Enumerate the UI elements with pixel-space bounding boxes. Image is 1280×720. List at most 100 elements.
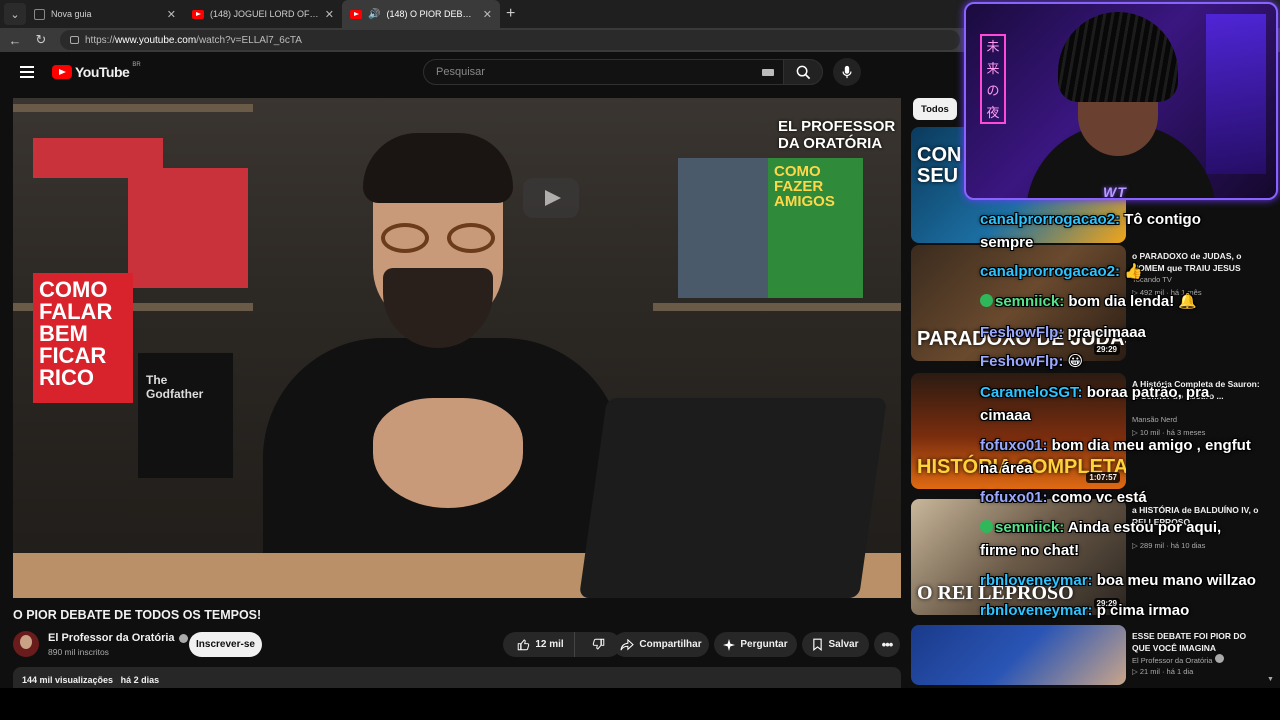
like-button[interactable]: 12 mil [507,632,575,657]
recommendation-item[interactable]: ESSE DEBATE FOI PIOR DO QUE VOCÊ IMAGINA… [911,625,1271,685]
close-tab-icon[interactable]: ✕ [325,8,334,21]
duration-badge: 29:29 [1093,344,1120,355]
channel-name[interactable]: El Professor da Oratória [48,632,188,644]
menu-icon[interactable] [20,66,34,78]
voice-search-button[interactable] [833,58,861,86]
share-button[interactable]: Compartilhar [613,632,709,657]
youtube-header: YouTube BR Pesquisar [0,52,960,92]
screen-bottom-bar [0,688,1280,720]
verified-icon [1214,654,1224,663]
book-stack [128,168,248,288]
view-count: 144 mil visualizações [22,675,114,685]
youtube-logo[interactable]: YouTube BR [52,62,141,80]
chat-message: canalprorrogacao2: 👍 [980,263,1143,280]
presenter [263,128,623,598]
chat-message: canalprorrogacao2: Tô contigo [980,211,1201,228]
neon-sign: 未来の夜 [980,34,1006,124]
close-tab-icon[interactable]: ✕ [483,8,492,21]
subscribe-button[interactable]: Inscrever-se [189,632,262,657]
search-input[interactable]: Pesquisar [423,59,785,85]
dislike-button[interactable] [580,632,617,657]
speaker-icon[interactable]: 🔊 [368,9,380,20]
channel-watermark: EL PROFESSOR DA ORATÓRIA [778,118,896,152]
channel-avatar[interactable] [13,631,39,657]
filter-chip-all[interactable]: Todos [913,98,957,120]
chat-message: rbnloveneymar: p cima irmao [980,602,1190,619]
tab-title: (148) JOGUEI LORD OF MYSTERIES [210,9,319,19]
search-icon [796,65,810,79]
streamer-webcam-overlay: 未来の夜 WT [964,2,1278,200]
channel-and-actions-row: El Professor da Oratória 890 mil inscrit… [13,630,901,660]
shelf [13,104,253,112]
search-placeholder: Pesquisar [436,66,485,78]
tab-new[interactable]: Nova guia ✕ [26,0,184,28]
tab-title: (148) O PIOR DEBATE DE TODOS [386,9,477,19]
thumbs-up-icon [518,639,530,651]
tab-pior-debate[interactable]: 🔊 (148) O PIOR DEBATE DE TODOS ✕ [342,0,500,28]
site-info-icon[interactable] [70,36,79,44]
chat-message: FeshowFlp: pra cimaaa [980,324,1146,341]
tab-lord-of-mysteries[interactable]: (148) JOGUEI LORD OF MYSTERIES ✕ [184,0,342,28]
youtube-logo-icon [52,65,72,79]
like-count: 12 mil [535,639,564,650]
url-field[interactable]: https://www.youtube.com/watch?v=ELLAl7_6… [60,30,960,50]
video-thumbnail[interactable] [911,625,1126,685]
recommendation-channel[interactable]: El Professor da Oratória [1132,654,1224,665]
chat-message: fofuxo01: bom dia meu amigo , engfut [980,437,1251,454]
tablet [578,398,888,598]
book-como-falar-bem: COMO FALAR BEM FICAR RICO [33,273,133,403]
recommendation-title[interactable]: o PARADOXO de JUDAS, o HOMEM que TRAIU J… [1132,250,1262,274]
moderator-badge-icon [980,520,993,533]
moderator-badge-icon [980,294,993,307]
chat-message: CarameloSGT: boraa patrão, pra [980,384,1210,401]
ask-button[interactable]: Perguntar [714,632,797,657]
page-icon [34,8,45,20]
video-player[interactable]: COMO FALAR BEM FICAR RICO COMO FAZER AMIGOS Th… [13,98,901,598]
save-button[interactable]: Salvar [802,632,869,657]
back-arrow-icon[interactable]: ← [4,33,26,48]
tab-title: Nova guia [51,9,92,19]
bookmark-icon [813,638,823,651]
more-actions-button[interactable]: ••• [874,632,900,657]
like-dislike-group: 12 mil [503,632,621,657]
recommendation-channel[interactable]: Mansão Nerd [1132,415,1177,424]
book-stack [678,158,773,298]
youtube-favicon-icon [350,9,362,19]
chat-message: sempre [980,234,1034,251]
chat-message: semniick: Ainda estou por aqui, [980,516,1221,539]
recommendation-meta: ▷ 21 mil · há 1 dia [1132,667,1194,676]
chat-message: fofuxo01: como vc está [980,489,1147,506]
chat-message: semniick: bom dia lenda! 🔔 [980,290,1197,313]
chat-message: cimaaa [980,407,1031,424]
stream-logo: WT [1103,184,1127,200]
reload-icon[interactable]: ↻ [30,32,52,48]
recommendation-title[interactable]: ESSE DEBATE FOI PIOR DO QUE VOCÊ IMAGINA [1132,630,1262,654]
chat-message: FeshowFlp: 😀 [980,353,1084,370]
upload-age: há 2 dias [120,675,160,685]
more-dots-icon: ••• [881,637,894,652]
sparkle-icon [723,638,736,651]
search-button[interactable] [783,59,823,85]
verified-icon [178,633,188,643]
url-text: https://www.youtube.com/watch?v=ELLAl7_6… [85,34,302,46]
chat-message: firme no chat! [980,542,1080,559]
video-title: O PIOR DEBATE DE TODOS OS TEMPOS! [13,608,262,622]
tab-list-chevron-icon[interactable]: ⌄ [4,3,26,25]
close-tab-icon[interactable]: ✕ [167,8,176,21]
thumbs-down-icon [592,638,604,650]
share-arrow-icon [620,638,635,650]
microphone-icon [842,65,852,79]
duration-badge: 1:07:57 [1086,472,1120,483]
youtube-favicon-icon [192,9,204,19]
shelf [653,303,901,311]
chat-message: na área [980,460,1033,477]
region-code: BR [132,62,141,68]
chat-message: rbnloveneymar: boa meu mano willzao [980,572,1256,589]
book-como-fazer-amigos: COMO FAZER AMIGOS [768,158,863,298]
logo-text: YouTube [75,64,130,80]
recommendation-meta: ▷ 289 mil · há 10 dias [1132,541,1206,550]
keyboard-icon[interactable] [762,69,774,76]
scroll-down-arrow-icon[interactable]: ▼ [1267,676,1274,683]
new-tab-plus-icon[interactable]: + [506,5,515,23]
godfather-poster: The Godfather [138,353,233,478]
